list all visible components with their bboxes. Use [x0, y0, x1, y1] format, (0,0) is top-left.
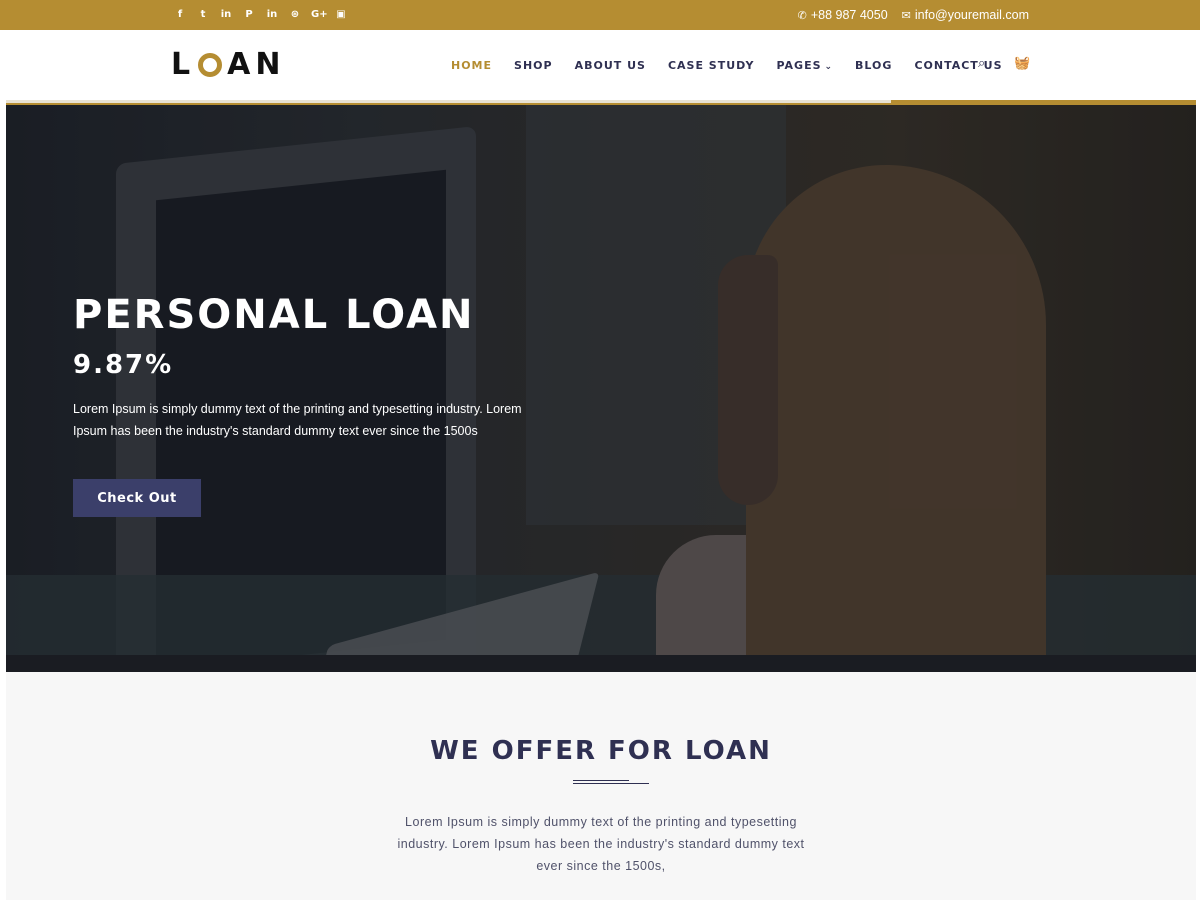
logo-letters-an: AN — [227, 47, 286, 82]
check-out-button[interactable]: Check Out — [73, 479, 201, 517]
hero-title: PERSONAL LOAN — [73, 292, 475, 338]
logo[interactable]: L AN — [171, 47, 285, 82]
hero-banner: PERSONAL LOAN 9.87% Lorem Ipsum is simpl… — [6, 105, 1196, 672]
envelope-icon: ✉ — [901, 8, 911, 22]
youtube-icon[interactable]: ▣ — [334, 0, 348, 30]
pinterest-icon[interactable]: P — [242, 0, 256, 30]
nav-home[interactable]: HOME — [451, 59, 492, 72]
dribbble-icon[interactable]: ⊛ — [288, 0, 302, 30]
nav-case-study[interactable]: CASE STUDY — [668, 59, 755, 72]
nav-pages-label: PAGES — [776, 58, 822, 72]
nav-shop[interactable]: SHOP — [514, 59, 553, 72]
offer-description: Lorem Ipsum is simply dummy text of the … — [397, 815, 805, 873]
offer-section: WE OFFER FOR LOAN Lorem Ipsum is simply … — [6, 672, 1196, 900]
hero-description: Lorem Ipsum is simply dummy text of the … — [73, 402, 522, 438]
offer-title: WE OFFER FOR LOAN — [430, 736, 772, 766]
title-divider — [573, 780, 649, 784]
logo-letter-l: L — [171, 47, 196, 82]
email-link[interactable]: ✉ info@youremail.com — [902, 8, 1029, 22]
twitter-icon[interactable]: t — [196, 0, 210, 30]
contact-info: ✆ +88 987 4050 ✉ info@youremail.com — [798, 0, 1029, 30]
nav-blog[interactable]: BLOG — [855, 59, 892, 72]
email-address: info@youremail.com — [914, 8, 1029, 22]
nav-pages[interactable]: PAGES ⌄ — [776, 59, 833, 72]
linkedin-icon[interactable]: in — [265, 0, 279, 30]
search-icon[interactable]: ⌕ — [978, 56, 985, 71]
site-header: L AN HOME SHOP ABOUT US CASE STUDY PAGES… — [0, 30, 1200, 100]
progress-fill — [6, 100, 891, 103]
linkedin-icon[interactable]: in — [219, 0, 233, 30]
phone-link[interactable]: ✆ +88 987 4050 — [798, 8, 888, 22]
nav-contact-us[interactable]: CONTACT US — [914, 59, 1002, 72]
facebook-icon[interactable]: f — [173, 0, 187, 30]
logo-ring-icon — [198, 52, 223, 77]
nav-about-us[interactable]: ABOUT US — [575, 59, 646, 72]
chevron-down-icon: ⌄ — [824, 61, 834, 72]
social-links: f t in P in ⊛ G+ ▣ — [173, 0, 348, 30]
phone-icon: ✆ — [797, 8, 807, 22]
hero-overlay — [6, 105, 1196, 672]
top-bar: f t in P in ⊛ G+ ▣ ✆ +88 987 4050 ✉ info… — [0, 0, 1200, 30]
hero-bottom-strip — [6, 655, 1196, 672]
google-plus-icon[interactable]: G+ — [311, 0, 328, 30]
phone-number: +88 987 4050 — [810, 8, 888, 22]
hero-rate: 9.87% — [73, 350, 174, 380]
main-nav: HOME SHOP ABOUT US CASE STUDY PAGES ⌄ BLO… — [440, 30, 1014, 100]
cart-icon[interactable]: 🧺 — [1014, 56, 1030, 71]
